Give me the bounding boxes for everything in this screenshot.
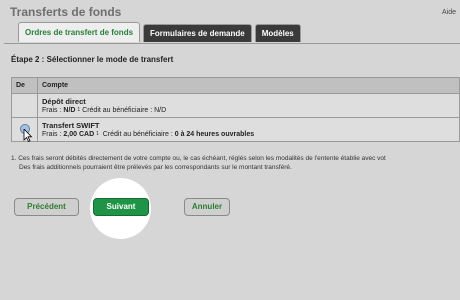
credit-label: Crédit au bénéficiaire :	[102, 131, 175, 138]
next-button[interactable]: Suivant	[93, 198, 149, 216]
footnote-marker: 1	[96, 131, 99, 138]
table-header-row: De Compte	[11, 77, 460, 94]
fees-value: 2,00 CAD	[63, 131, 95, 138]
credit-text: Crédit au bénéficiaire : N/D	[82, 107, 167, 114]
transfer-mode-table: De Compte Dépôt direct Frais : N/D 1 Cré…	[11, 77, 460, 142]
cancel-button[interactable]: Annuler	[184, 198, 230, 216]
tab-transfer-orders[interactable]: Ordres de transfert de fonds	[18, 22, 141, 42]
tab-request-forms[interactable]: Formulaires de demande	[143, 24, 252, 42]
fees-value: N/D	[63, 107, 76, 114]
fees-label: Frais :	[42, 131, 64, 138]
footnote-line-2: Des frais additionnels pourraient être p…	[19, 164, 292, 171]
option-name: Dépôt direct	[42, 97, 86, 106]
column-header-account: Compte	[37, 77, 460, 94]
account-cell: Dépôt direct Frais : N/D 1 Crédit au bén…	[37, 93, 460, 118]
footnote-line-1: 1. Ces frais seront débités directement …	[11, 155, 386, 162]
help-link[interactable]: Aide	[442, 9, 456, 16]
option-details: Frais : N/D 1 Crédit au bénéficiaire : N…	[42, 107, 455, 114]
footnote-marker: 1	[77, 107, 81, 114]
table-row-direct-deposit: Dépôt direct Frais : N/D 1 Crédit au bén…	[11, 93, 460, 118]
previous-button[interactable]: Précédent	[14, 198, 79, 216]
mouse-cursor-icon	[23, 129, 33, 142]
tab-divider	[4, 43, 460, 44]
credit-value: 0 à 24 heures ouvrables	[174, 131, 255, 138]
page-title: Transferts de fonds	[10, 5, 122, 19]
tab-bar: Ordres de transfert de fonds Formulaires…	[18, 22, 304, 42]
fees-footnote: 1. Ces frais seront débités directement …	[11, 154, 460, 172]
step-title: Étape 2 : Sélectionner le mode de transf…	[11, 55, 174, 64]
column-header-select: De	[11, 77, 38, 94]
account-cell: Transfert SWIFT Frais : 2,00 CAD 1 Crédi…	[37, 117, 460, 142]
table-row-swift[interactable]: Transfert SWIFT Frais : 2,00 CAD 1 Crédi…	[11, 117, 460, 142]
option-details: Frais : 2,00 CAD 1 Crédit au bénéficiair…	[42, 131, 455, 138]
option-name: Transfert SWIFT	[42, 121, 100, 130]
select-cell	[11, 93, 38, 118]
fees-label: Frais :	[42, 107, 64, 114]
tab-templates[interactable]: Modèles	[254, 24, 301, 42]
